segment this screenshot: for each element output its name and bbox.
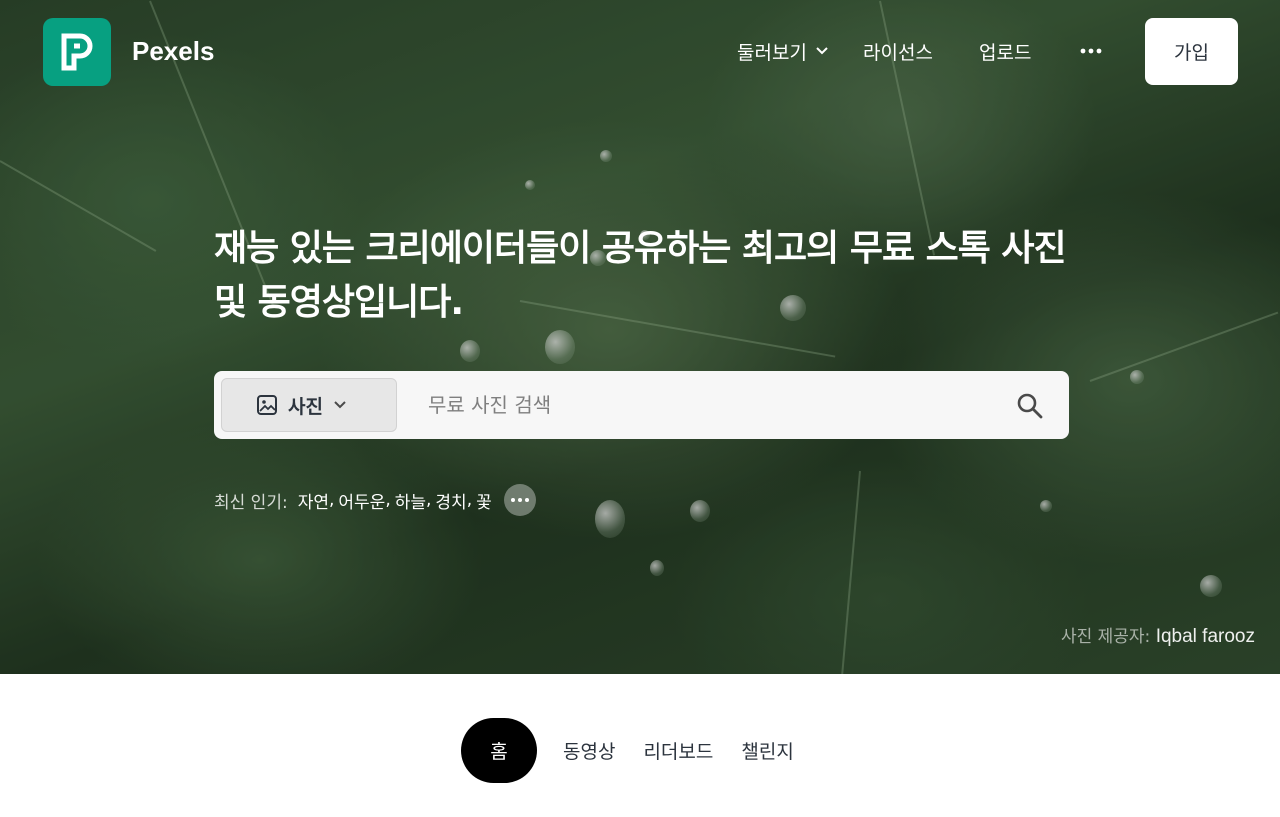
tab-leaderboard[interactable]: 리더보드	[643, 737, 713, 764]
trending-separator: ,	[466, 490, 473, 510]
trending-label: 최신 인기:	[214, 492, 288, 513]
trending-tag[interactable]: 경치	[435, 488, 466, 513]
search-type-dropdown[interactable]: 사진	[221, 378, 397, 432]
search-type-label: 사진	[288, 395, 323, 418]
trending-separator: ,	[385, 490, 391, 510]
photo-credit-label: 사진 제공자:	[1060, 627, 1151, 647]
tab-challenges[interactable]: 챌린지	[741, 737, 793, 764]
pexels-logo[interactable]	[43, 18, 111, 86]
image-icon	[257, 395, 277, 415]
trending-separator: ,	[328, 490, 335, 510]
nav-upload[interactable]: 업로드	[979, 36, 1031, 66]
nav-upload-label: 업로드	[979, 41, 1032, 64]
content-tabs: 홈 동영상 리더보드 챌린지	[461, 718, 822, 783]
join-button[interactable]: 가입	[1145, 18, 1238, 85]
photo-credit: 사진 제공자: Iqbal farooz	[1061, 622, 1255, 648]
hero-shade	[0, 0, 1280, 674]
trending-tag[interactable]: 어두운	[338, 488, 385, 513]
nav-license[interactable]: 라이선스	[863, 36, 933, 66]
chevron-down-icon	[334, 401, 346, 409]
tab-home[interactable]: 홈	[461, 718, 537, 783]
search-icon	[1017, 393, 1043, 419]
more-dot-icon	[517, 498, 522, 502]
chevron-down-icon	[816, 47, 828, 55]
tab-videos[interactable]: 동영상	[563, 737, 615, 764]
pexels-p-icon	[61, 33, 93, 71]
brand-name[interactable]: Pexels	[132, 36, 214, 67]
trending-searches: 최신 인기: 자연, 어두운, 하늘, 경치, 꽃	[214, 484, 536, 516]
hero-headline: 재능 있는 크리에이터들이 공유하는 최고의 무료 스톡 사진 및 동영상입니다…	[214, 228, 1067, 323]
trending-tag[interactable]: 자연	[298, 488, 329, 513]
nav-explore[interactable]: 둘러보기	[737, 36, 829, 66]
trending-tag[interactable]: 꽃	[476, 488, 492, 513]
hero-background: Pexels 둘러보기 라이선스 업로드 가입 재능 있는 크리에이터들이 공유…	[0, 0, 1280, 674]
more-horizontal-icon	[1080, 48, 1102, 54]
more-dot-icon	[510, 498, 515, 502]
search-bar: 사진	[214, 371, 1069, 439]
trending-tag[interactable]: 하늘	[395, 488, 426, 513]
nav-license-label: 라이선스	[863, 41, 933, 64]
trending-separator: ,	[426, 490, 432, 510]
search-input[interactable]	[412, 381, 992, 429]
trending-more-button[interactable]	[503, 484, 536, 516]
search-button[interactable]	[1012, 391, 1048, 421]
photo-credit-author-link[interactable]: Iqbal farooz	[1156, 626, 1255, 647]
more-dot-icon	[524, 498, 529, 502]
nav-explore-label: 둘러보기	[737, 41, 807, 64]
nav-more-button[interactable]	[1080, 36, 1102, 66]
